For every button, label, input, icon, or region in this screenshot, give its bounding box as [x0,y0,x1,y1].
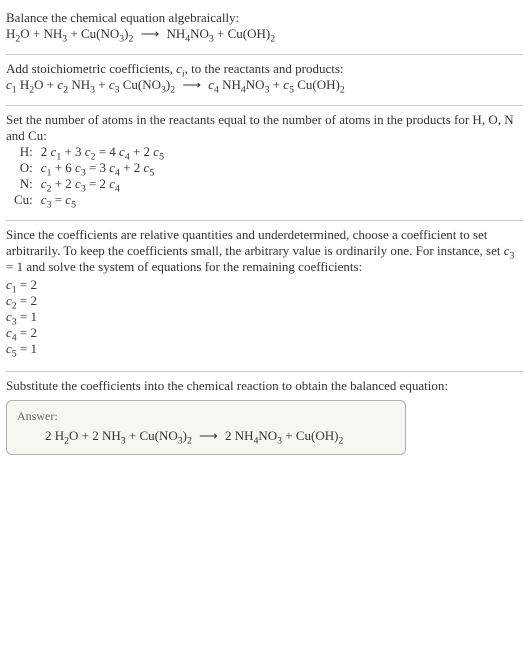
answer-eq-rhs: 2 NH4NO3 + Cu(OH)2 [225,428,343,443]
coef-item: c1 = 2 [6,277,523,293]
solve-section: Since the coefficients are relative quan… [6,223,523,369]
substitute-section: Substitute the coefficients into the che… [6,374,523,465]
coef-item: c2 = 2 [6,293,523,309]
element-label: O: [10,160,37,176]
element-equation: c1 + 6 c3 = 3 c4 + 2 c5 [37,160,168,176]
arrow-icon: ⟶ [137,26,164,42]
answer-label: Answer: [17,409,395,424]
coef-item: c4 = 2 [6,325,523,341]
stoich-eq-lhs: c1 H2O + c2 NH3 + c3 Cu(NO3)2 [6,77,175,92]
table-row: O: c1 + 6 c3 = 3 c4 + 2 c5 [10,160,168,176]
element-label: H: [10,144,37,160]
stoich-equation: c1 H2O + c2 NH3 + c3 Cu(NO3)2 ⟶ c4 NH4NO… [6,77,523,93]
answer-box: Answer: 2 H2O + 2 NH3 + Cu(NO3)2 ⟶ 2 NH4… [6,400,406,455]
atoms-table: H: 2 c1 + 3 c2 = 4 c4 + 2 c5 O: c1 + 6 c… [10,144,168,208]
divider [6,54,523,55]
atoms-section: Set the number of atoms in the reactants… [6,108,523,218]
table-row: H: 2 c1 + 3 c2 = 4 c4 + 2 c5 [10,144,168,160]
element-label: Cu: [10,192,37,208]
answer-equation: 2 H2O + 2 NH3 + Cu(NO3)2 ⟶ 2 NH4NO3 + Cu… [17,428,395,444]
stoich-section: Add stoichiometric coefficients, ci, to … [6,57,523,103]
stoich-text: Add stoichiometric coefficients, ci, to … [6,61,523,77]
element-equation: c3 = c5 [37,192,168,208]
arrow-icon: ⟶ [178,77,205,93]
intro-eq-lhs: H2O + NH3 + Cu(NO3)2 [6,26,133,41]
solve-text: Since the coefficients are relative quan… [6,227,523,275]
stoich-eq-rhs: c4 NH4NO3 + c5 Cu(OH)2 [208,77,344,92]
answer-eq-lhs: 2 H2O + 2 NH3 + Cu(NO3)2 [45,428,192,443]
divider [6,220,523,221]
divider [6,371,523,372]
coef-item: c3 = 1 [6,309,523,325]
table-row: N: c2 + 2 c3 = 2 c4 [10,176,168,192]
table-row: Cu: c3 = c5 [10,192,168,208]
atoms-text: Set the number of atoms in the reactants… [6,112,523,144]
intro-section: Balance the chemical equation algebraica… [6,6,523,52]
divider [6,105,523,106]
element-label: N: [10,176,37,192]
intro-eq-rhs: NH4NO3 + Cu(OH)2 [166,26,275,41]
intro-equation: H2O + NH3 + Cu(NO3)2 ⟶ NH4NO3 + Cu(OH)2 [6,26,523,42]
arrow-icon: ⟶ [195,428,222,444]
element-equation: 2 c1 + 3 c2 = 4 c4 + 2 c5 [37,144,168,160]
coef-list: c1 = 2 c2 = 2 c3 = 1 c4 = 2 c5 = 1 [6,277,523,357]
intro-text: Balance the chemical equation algebraica… [6,10,523,26]
coef-item: c5 = 1 [6,341,523,357]
substitute-text: Substitute the coefficients into the che… [6,378,523,394]
